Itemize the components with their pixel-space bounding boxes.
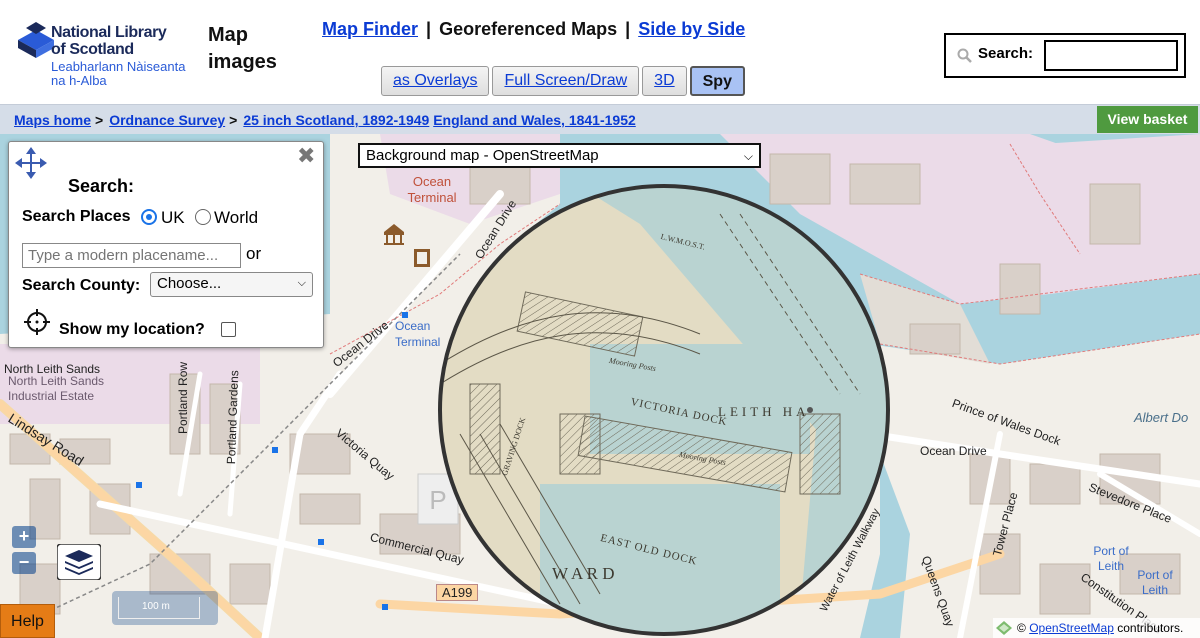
site-search: Search: xyxy=(944,33,1186,78)
breadcrumb-separator: > xyxy=(229,112,238,128)
chevron-down-icon: ⌵ xyxy=(743,149,753,163)
view-basket-button[interactable]: View basket xyxy=(1097,106,1198,133)
nav-georeferenced-maps: Georeferenced Maps xyxy=(439,19,618,39)
nls-logo[interactable]: National Library of Scotland Leabharlann… xyxy=(16,16,186,88)
help-button[interactable]: Help xyxy=(0,604,55,638)
nav-side-by-side[interactable]: Side by Side xyxy=(638,19,745,39)
layers-icon[interactable] xyxy=(57,544,101,580)
svg-text:P: P xyxy=(429,485,446,515)
crosshair-icon xyxy=(24,309,50,335)
cinema-icon xyxy=(414,249,430,267)
placename-input[interactable] xyxy=(22,243,241,268)
header: National Library of Scotland Leabharlann… xyxy=(0,0,1200,104)
breadcrumb-25-inch-scotland[interactable]: 25 inch Scotland, 1892-1949 xyxy=(243,112,429,128)
label-old-leith-harbour: LEITH HA xyxy=(718,404,810,419)
scale-bar: 100 m xyxy=(112,591,218,625)
label-portland-row: Portland Row xyxy=(176,361,190,434)
label-port-of-leith-2: Port of Leith xyxy=(1137,568,1173,597)
osm-attribution-icon xyxy=(996,621,1012,635)
scale-label: 100 m xyxy=(142,601,170,612)
breadcrumb-maps-home[interactable]: Maps home xyxy=(14,112,91,128)
search-places-label: Search Places xyxy=(22,208,131,225)
nav-separator: | xyxy=(426,19,432,39)
nav-map-finder[interactable]: Map Finder xyxy=(322,19,418,39)
background-map-select[interactable]: Background map - OpenStreetMap ⌵ xyxy=(358,143,761,168)
nav-separator: | xyxy=(625,19,631,39)
label-a199: A199 xyxy=(436,584,479,601)
show-location-label: Show my location? xyxy=(59,321,205,338)
top-nav: Map Finder | Georeferenced Maps | Side by Si… xyxy=(322,19,745,40)
label-ocean-drive-3: Ocean Drive xyxy=(920,444,987,458)
tab-as-overlays[interactable]: as Overlays xyxy=(381,66,490,96)
logo-name: National Library of Scotland xyxy=(51,24,167,58)
tab-3d[interactable]: 3D xyxy=(642,66,687,96)
label-port-of-leith: Port of Leith xyxy=(1093,544,1129,573)
breadcrumb: Maps home > Ordnance Survey >25 inch Scotla… xyxy=(14,112,636,128)
logo-gaelic: Leabharlann Nàiseanta na h-Alba xyxy=(51,59,186,88)
show-location-checkbox[interactable] xyxy=(221,322,236,337)
or-text: or xyxy=(246,244,262,263)
label-albert-dock: Albert Do xyxy=(1134,410,1189,425)
tab-full-screen-draw[interactable]: Full Screen/Draw xyxy=(492,66,640,96)
background-map-value: Background map - OpenStreetMap xyxy=(366,147,599,164)
radio-world-label: World xyxy=(214,208,259,227)
map-view[interactable]: P Ocean Terminal Ocean Terminal Ocean Dr… xyxy=(0,134,1200,638)
move-arrows-icon[interactable] xyxy=(13,145,49,181)
label-industrial-estate: North Leith Sands Industrial Estate xyxy=(8,374,105,403)
nls-logo-icon xyxy=(18,22,54,58)
search-icon xyxy=(957,48,972,63)
tab-spy[interactable]: Spy xyxy=(689,66,745,96)
osm-link[interactable]: OpenStreetMap xyxy=(1029,621,1114,635)
map-attribution: © OpenStreetMap contributors. xyxy=(993,618,1200,638)
app-title: Map images xyxy=(208,24,277,73)
breadcrumb-separator: > xyxy=(95,112,104,128)
search-county-label: Search County: xyxy=(22,277,141,294)
view-mode-tabs: as Overlays Full Screen/Draw 3D Spy xyxy=(381,66,745,96)
radio-world[interactable] xyxy=(195,209,211,225)
label-old-ward: W A R D xyxy=(552,564,615,583)
zoom-in-button[interactable]: + xyxy=(12,526,36,548)
zoom-out-button[interactable]: − xyxy=(12,552,36,574)
search-panel-title: Search: xyxy=(68,176,135,196)
search-panel: ✖ Search: Search Places UK World or Sear… xyxy=(8,141,324,348)
label-ocean-terminal-stop: Ocean Terminal xyxy=(395,319,441,349)
breadcrumb-bar: Maps home > Ordnance Survey >25 inch Scotla… xyxy=(0,104,1200,134)
attribution-suffix: contributors. xyxy=(1117,621,1184,635)
radio-uk-label: UK xyxy=(161,208,185,227)
county-select-value: Choose... xyxy=(157,275,222,292)
label-ocean-terminal: Ocean Terminal xyxy=(407,174,457,205)
radio-uk[interactable] xyxy=(141,209,157,225)
search-input[interactable] xyxy=(1044,40,1178,71)
close-icon[interactable]: ✖ xyxy=(297,143,315,169)
breadcrumb-england-wales[interactable]: England and Wales, 1841-1952 xyxy=(433,112,636,128)
breadcrumb-ordnance-survey[interactable]: Ordnance Survey xyxy=(109,112,225,128)
attribution-prefix: © xyxy=(1017,621,1026,635)
search-label: Search: xyxy=(978,45,1034,62)
chevron-down-icon: ⌵ xyxy=(297,277,306,289)
county-select[interactable]: Choose... ⌵ xyxy=(150,272,313,297)
